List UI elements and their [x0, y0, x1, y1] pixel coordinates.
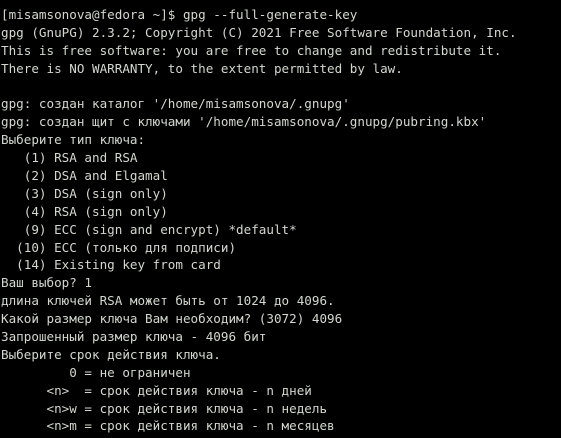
terminal-line: gpg: создан каталог '/home/misamsonova/.… — [1, 96, 350, 112]
terminal-line: There is NO WARRANTY, to the extent perm… — [1, 60, 403, 76]
terminal-line: Запрошенный размер ключа - 4096 бит — [1, 329, 267, 345]
terminal-line: gpg (GnuPG) 2.3.2; Copyright (C) 2021 Fr… — [1, 24, 517, 40]
key-type-option: (4) RSA (sign only) — [1, 203, 168, 219]
expiry-option: <n>w = срок действия ключа - n недель — [1, 400, 328, 416]
expiry-option: 0 = не ограничен — [1, 364, 191, 380]
terminal-window[interactable]: [misamsonova@fedora ~]$ gpg --full-gener… — [0, 0, 561, 438]
key-type-option: (3) DSA (sign only) — [1, 185, 168, 201]
terminal-line-key-type-heading: Выберите тип ключа: — [1, 132, 146, 148]
terminal-line: This is free software: you are free to c… — [1, 42, 502, 58]
terminal-output: [misamsonova@fedora ~]$ gpg --full-gener… — [1, 6, 561, 435]
terminal-line: длина ключей RSA может быть от 1024 до 4… — [1, 293, 335, 309]
key-type-option: (2) DSA and Elgamal — [1, 168, 168, 184]
terminal-line-expiry-heading: Выберите срок действия ключа. — [1, 346, 221, 362]
expiry-option: <n> = срок действия ключа - n дней — [1, 382, 312, 398]
terminal-line-key-size: Какой размер ключа Вам необходим? (3072)… — [1, 311, 343, 327]
key-type-option: (14) Existing key from card — [1, 257, 221, 273]
terminal-line-choice: Ваш выбор? 1 — [1, 275, 92, 291]
expiry-option: <n>m = срок действия ключа - n месяцев — [1, 418, 335, 434]
key-type-option: (9) ECC (sign and encrypt) *default* — [1, 221, 297, 237]
key-type-option: (10) ECC (только для подписи) — [1, 239, 237, 255]
key-type-option: (1) RSA and RSA — [1, 150, 138, 166]
terminal-line: gpg: создан щит с ключами '/home/misamso… — [1, 114, 487, 130]
terminal-line-prompt: [misamsonova@fedora ~]$ gpg --full-gener… — [1, 7, 358, 22]
